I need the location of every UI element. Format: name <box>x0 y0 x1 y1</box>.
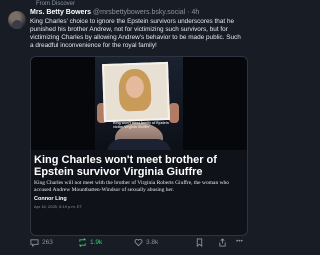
discover-context: From Discover <box>36 1 76 7</box>
post-actions: 263 1.9k 3.8k ••• <box>30 238 246 250</box>
hand-right <box>169 103 179 123</box>
author-name[interactable]: Mrs. Betty Bowers <box>30 9 91 16</box>
like-button[interactable]: 3.8k <box>134 238 158 247</box>
more-icon: ••• <box>236 238 243 245</box>
image-caption: King won't meet family of Epstein victim… <box>113 121 169 129</box>
share-icon <box>219 238 226 247</box>
like-count: 3.8k <box>146 239 159 246</box>
reply-button[interactable]: 263 <box>30 238 53 247</box>
post-meta: Mrs. Betty Bowers @mrsbettybowers.bsky.s… <box>30 9 199 16</box>
reply-icon <box>30 239 39 247</box>
post-time[interactable]: 4h <box>191 9 199 16</box>
bookmark-button[interactable] <box>195 238 204 247</box>
bookmark-icon <box>196 238 203 247</box>
man-suit <box>107 139 171 150</box>
more-options-button[interactable]: ••• <box>236 238 243 245</box>
reply-count: 263 <box>42 239 53 246</box>
card-date: Apr 16, 2025, 6:19 p.m. ET <box>34 204 83 209</box>
repost-button[interactable]: 1.9k <box>78 238 102 247</box>
post-text: King Charles' choice to ignore the Epste… <box>30 18 241 49</box>
share-button[interactable] <box>218 238 227 247</box>
card-title[interactable]: King Charles won't meet brother of Epste… <box>34 154 246 178</box>
author-handle[interactable]: @mrsbettybowers.bsky.social <box>93 9 185 16</box>
heart-icon <box>134 239 143 247</box>
held-photo <box>102 61 170 123</box>
separator-dot: · <box>187 9 190 16</box>
card-author: Connor Ling <box>34 196 67 202</box>
card-description: King Charles will not meet with the brot… <box>34 180 230 193</box>
link-card[interactable]: King won't meet family of Epstein victim… <box>30 56 248 236</box>
repost-icon <box>78 238 87 247</box>
card-image: King won't meet family of Epstein victim… <box>31 57 247 150</box>
author-avatar[interactable] <box>8 11 26 29</box>
repost-count: 1.9k <box>90 239 103 246</box>
